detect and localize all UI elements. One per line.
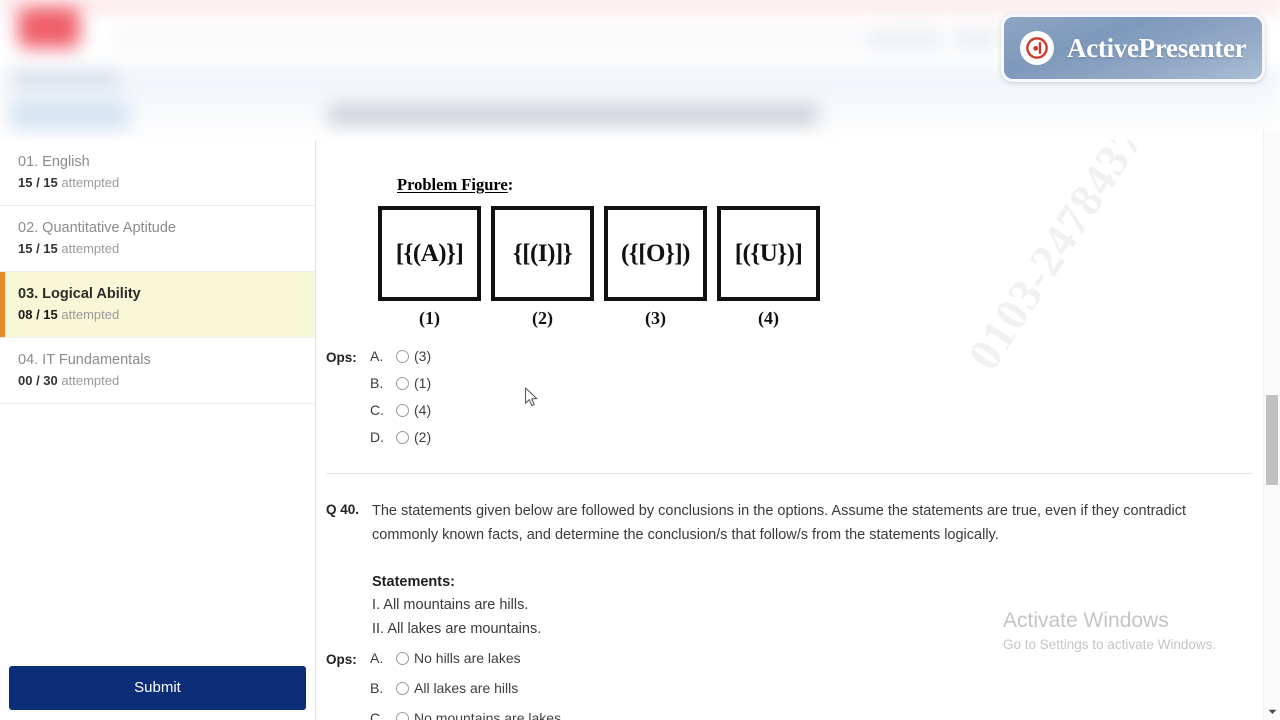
- problem-figure-row: [{(A)}] (1) {[(I)]} (2) ({[O}]) (3) [({U…: [378, 206, 820, 329]
- address-bar[interactable]: [110, 30, 870, 48]
- question-40-block: Q 40. The statements given below are fol…: [326, 500, 1226, 641]
- option-key: A.: [370, 348, 384, 364]
- problem-figure-colon: :: [507, 175, 514, 194]
- figure-box: [{(A)}]: [378, 206, 481, 301]
- sidebar-item-label: 01. English: [18, 154, 90, 170]
- option-text: (4): [414, 402, 432, 418]
- submit-button[interactable]: Submit: [9, 666, 306, 710]
- option-row-c[interactable]: C. No mountains are lakes: [370, 710, 561, 720]
- figure-box: [({U})]: [717, 206, 820, 301]
- question-number: Q 40.: [326, 502, 360, 517]
- radio-button-icon[interactable]: [396, 711, 409, 720]
- activepresenter-watermark: ActivePresenter: [1001, 14, 1265, 82]
- question-prompt: The statements given below are followed …: [372, 503, 1187, 543]
- radio-button-icon[interactable]: [396, 349, 409, 363]
- radio-button-icon[interactable]: [396, 651, 409, 665]
- activepresenter-logo-icon: [1020, 31, 1054, 65]
- figure-caption: (4): [758, 308, 779, 328]
- sidebar-item-label: 04. IT Fundamentals: [18, 352, 151, 368]
- statement-line-2: II. All lakes are mountains.: [372, 620, 542, 637]
- figure-cell-4: [({U})] (4): [717, 206, 820, 329]
- figure-box: ({[O}]): [604, 206, 707, 301]
- option-row-c[interactable]: C. (4): [370, 402, 431, 418]
- attempt-count: 15 / 15: [18, 241, 58, 256]
- question-body: The statements given below are followed …: [372, 500, 1226, 641]
- sidebar-item-quantitative-aptitude[interactable]: 02. Quantitative Aptitude 15 / 15 attemp…: [0, 206, 315, 272]
- attempt-suffix: attempted: [61, 373, 120, 388]
- option-row-b[interactable]: B. All lakes are hills: [370, 680, 561, 696]
- question-40-options: Ops: A. No hills are lakes B. All lakes …: [326, 650, 561, 720]
- question-39-options: Ops: A. (3) B. (1) C. (4) D. (2): [326, 348, 431, 445]
- figure-cell-1: [{(A)}] (1): [378, 206, 481, 329]
- option-text: No mountains are lakes: [414, 710, 562, 720]
- page-scrollbar[interactable]: [1263, 130, 1280, 720]
- sidebar-item-label: 02. Quantitative Aptitude: [18, 220, 176, 236]
- option-row-a[interactable]: A. No hills are lakes: [370, 650, 561, 666]
- question-panel: 0103-2478437 Problem Figure: [{(A)}] (1)…: [317, 140, 1257, 720]
- option-text: No hills are lakes: [414, 650, 521, 666]
- radio-button-icon[interactable]: [396, 403, 409, 417]
- options-list: A. No hills are lakes B. All lakes are h…: [370, 650, 561, 720]
- sidebar-item-logical-ability[interactable]: 03. Logical Ability 08 / 15 attempted: [0, 272, 315, 338]
- sections-sidebar: 01. English 15 / 15 attempted 02. Quanti…: [0, 140, 316, 720]
- statements-heading: Statements:: [372, 574, 455, 590]
- attempt-suffix: attempted: [61, 307, 120, 322]
- figure-cell-3: ({[O}]) (3): [604, 206, 707, 329]
- sidebar-item-progress: 15 / 15 attempted: [18, 174, 299, 192]
- problem-figure-label: Problem Figure:: [397, 175, 513, 195]
- id-watermark: 0103-2478437: [957, 140, 1154, 379]
- statement-line-1: I. All mountains are hills.: [372, 597, 529, 613]
- figure-cell-2: {[(I)]} (2): [491, 206, 594, 329]
- option-row-b[interactable]: B. (1): [370, 375, 431, 391]
- option-key: C.: [370, 710, 384, 720]
- section-list: 01. English 15 / 15 attempted 02. Quanti…: [0, 140, 315, 404]
- option-row-d[interactable]: D. (2): [370, 429, 431, 445]
- problem-figure-text: Problem Figure: [397, 175, 508, 194]
- header-button-primary[interactable]: [870, 28, 942, 50]
- figure-caption: (2): [532, 308, 553, 328]
- option-text: All lakes are hills: [414, 680, 519, 696]
- header-button-secondary[interactable]: [952, 28, 998, 50]
- breadcrumb[interactable]: [14, 72, 118, 86]
- activepresenter-label: ActivePresenter: [1067, 32, 1247, 63]
- sidebar-item-progress: 00 / 30 attempted: [18, 372, 299, 390]
- app-screen: ActivePresenter 01. English 15 / 15 atte…: [0, 0, 1280, 720]
- site-logo[interactable]: [18, 8, 80, 48]
- radio-button-icon[interactable]: [396, 681, 409, 695]
- option-key: B.: [370, 375, 384, 391]
- radio-button-icon[interactable]: [396, 430, 409, 444]
- page-title: [328, 104, 818, 126]
- tab-pill[interactable]: [10, 100, 130, 130]
- figure-caption: (1): [419, 308, 440, 328]
- option-key: D.: [370, 429, 384, 445]
- sidebar-item-english[interactable]: 01. English 15 / 15 attempted: [0, 140, 315, 206]
- ops-label: Ops:: [326, 350, 357, 365]
- attempt-count: 15 / 15: [18, 175, 58, 190]
- figure-box: {[(I)]}: [491, 206, 594, 301]
- sidebar-item-progress: 08 / 15 attempted: [18, 306, 299, 324]
- option-text: (1): [414, 375, 432, 391]
- submit-container: Submit: [0, 666, 315, 710]
- sidebar-item-it-fundamentals[interactable]: 04. IT Fundamentals 00 / 30 attempted: [0, 338, 315, 404]
- option-text: (3): [414, 348, 432, 364]
- scrollbar-thumb[interactable]: [1266, 395, 1278, 485]
- option-key: A.: [370, 650, 384, 666]
- attempt-suffix: attempted: [61, 175, 120, 190]
- attempt-suffix: attempted: [61, 241, 120, 256]
- attempt-count: 00 / 30: [18, 373, 58, 388]
- option-key: C.: [370, 402, 384, 418]
- option-key: B.: [370, 680, 384, 696]
- sidebar-item-label: 03. Logical Ability: [18, 286, 141, 302]
- content-panel-top: [318, 130, 1258, 140]
- options-list: A. (3) B. (1) C. (4) D. (2): [370, 348, 431, 445]
- radio-button-icon[interactable]: [396, 376, 409, 390]
- sidebar-item-progress: 15 / 15 attempted: [18, 240, 299, 258]
- ops-label: Ops:: [326, 652, 357, 667]
- question-divider: [326, 473, 1253, 474]
- figure-caption: (3): [645, 308, 666, 328]
- option-row-a[interactable]: A. (3): [370, 348, 431, 364]
- scroll-down-arrow-icon[interactable]: [1264, 703, 1280, 720]
- attempt-count: 08 / 15: [18, 307, 58, 322]
- option-text: (2): [414, 429, 432, 445]
